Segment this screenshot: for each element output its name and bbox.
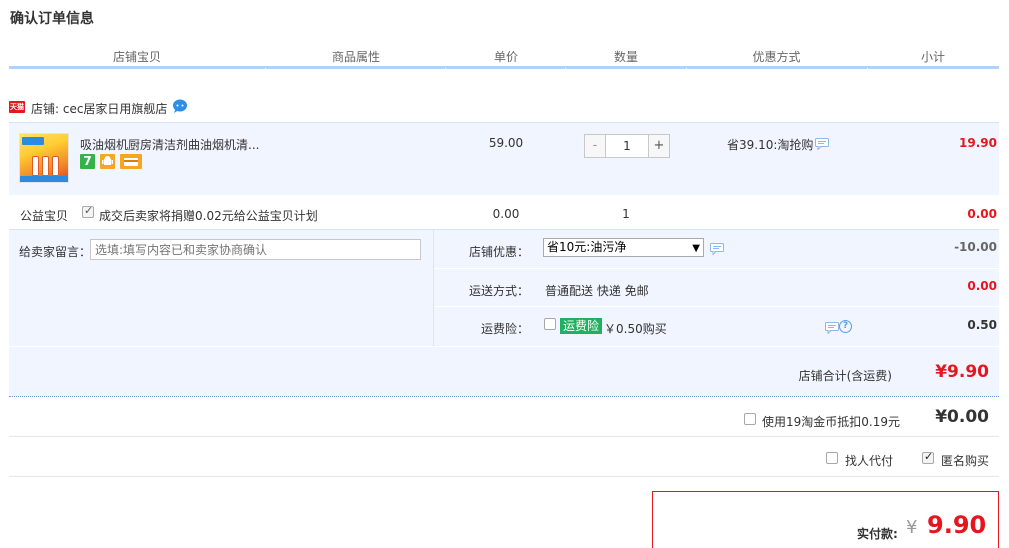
shop-discount-amount: -10.00	[954, 240, 997, 254]
shop-discount-select[interactable]: 省10元:油污净 ▼	[543, 238, 704, 257]
unit-price: 59.00	[488, 136, 524, 150]
shipping-method: 普通配送 快递 免邮	[545, 284, 649, 298]
order-item-row	[9, 122, 999, 195]
panel-row-separator	[434, 306, 999, 307]
decrement-button[interactable]: -	[585, 135, 605, 157]
comment-icon[interactable]	[815, 138, 829, 151]
promo-text: 省39.10:淘抢购	[727, 138, 814, 152]
charity-subtotal: 0.00	[967, 207, 997, 221]
shop-total-amount: ¥9.90	[935, 362, 989, 382]
page-title: 确认订单信息	[10, 11, 94, 27]
anonymous-label[interactable]: 匿名购买	[941, 452, 989, 469]
header-separator	[565, 68, 566, 70]
row-separator	[9, 476, 999, 477]
insurance-price: ￥0.50购买	[604, 322, 667, 336]
row-separator	[9, 436, 999, 437]
comment-icon[interactable]	[825, 322, 839, 335]
charity-label: 公益宝贝	[20, 209, 69, 223]
insurance-checkbox[interactable]	[544, 318, 556, 330]
shop-discount-selected: 省10元:油污净	[547, 240, 627, 254]
col-header-shop-item: 店铺宝贝	[112, 50, 161, 64]
shipping-label: 运送方式：	[468, 284, 529, 298]
android-icon	[100, 154, 115, 169]
anonymous-checkbox[interactable]	[922, 450, 934, 464]
coins-text: 使用19淘金币抵扣0.19元	[762, 415, 900, 429]
chat-bubble-icon[interactable]	[172, 99, 188, 113]
comment-icon[interactable]	[710, 243, 724, 256]
insurance-label: 运费险：	[480, 322, 529, 336]
col-header-discount: 优惠方式	[752, 50, 801, 64]
shop-total-label: 店铺合计(含运费)	[798, 369, 892, 383]
card-icon	[120, 154, 142, 169]
quantity-stepper: - +	[584, 134, 670, 158]
help-icon[interactable]: ?	[839, 320, 852, 333]
tmall-badge: 天猫	[9, 101, 25, 113]
header-separator	[265, 68, 266, 70]
header-separator	[445, 68, 446, 70]
shop-discount-label: 店铺优惠：	[468, 245, 529, 259]
col-header-attributes: 商品属性	[331, 50, 380, 64]
charity-price: 0.00	[492, 207, 520, 221]
header-rule	[9, 66, 999, 69]
col-header-unit-price: 单价	[493, 50, 518, 64]
product-title-link[interactable]: 吸油烟机厨房清洁剂曲油烟机清...	[80, 136, 259, 153]
insurance-amount: 0.50	[967, 318, 997, 332]
item-subtotal: 19.90	[959, 136, 997, 150]
panel-row-separator	[434, 268, 999, 269]
increment-button[interactable]: +	[649, 135, 669, 157]
product-thumbnail[interactable]	[19, 133, 69, 183]
charity-text: 成交后卖家将捐赠0.02元给公益宝贝计划	[99, 209, 318, 223]
proxy-pay-label[interactable]: 找人代付	[845, 452, 893, 469]
seller-message-label: 给卖家留言：	[19, 245, 92, 259]
header-separator	[867, 68, 868, 70]
seven-day-return-icon: 7	[80, 154, 95, 169]
payment-amount: 9.90	[927, 511, 987, 539]
dropdown-caret-icon: ▼	[692, 243, 700, 254]
col-header-subtotal: 小计	[920, 50, 945, 64]
insurance-badge: 运费险	[560, 318, 603, 334]
coins-checkbox[interactable]	[744, 413, 756, 425]
charity-quantity: 1	[622, 207, 630, 221]
seller-message-input[interactable]	[90, 239, 421, 260]
quantity-input[interactable]	[605, 135, 649, 157]
charity-checkbox[interactable]	[82, 204, 94, 218]
shipping-amount: 0.00	[967, 279, 997, 293]
coins-amount: ¥0.00	[935, 407, 989, 427]
header-separator	[686, 68, 687, 70]
shop-name-link[interactable]: 店铺: cec居家日用旗舰店	[31, 100, 167, 117]
payment-currency: ¥	[906, 517, 918, 538]
payment-label: 实付款:	[857, 527, 898, 541]
panel-row-separator	[9, 346, 999, 347]
col-header-quantity: 数量	[613, 50, 638, 64]
proxy-pay-checkbox[interactable]	[826, 452, 838, 464]
